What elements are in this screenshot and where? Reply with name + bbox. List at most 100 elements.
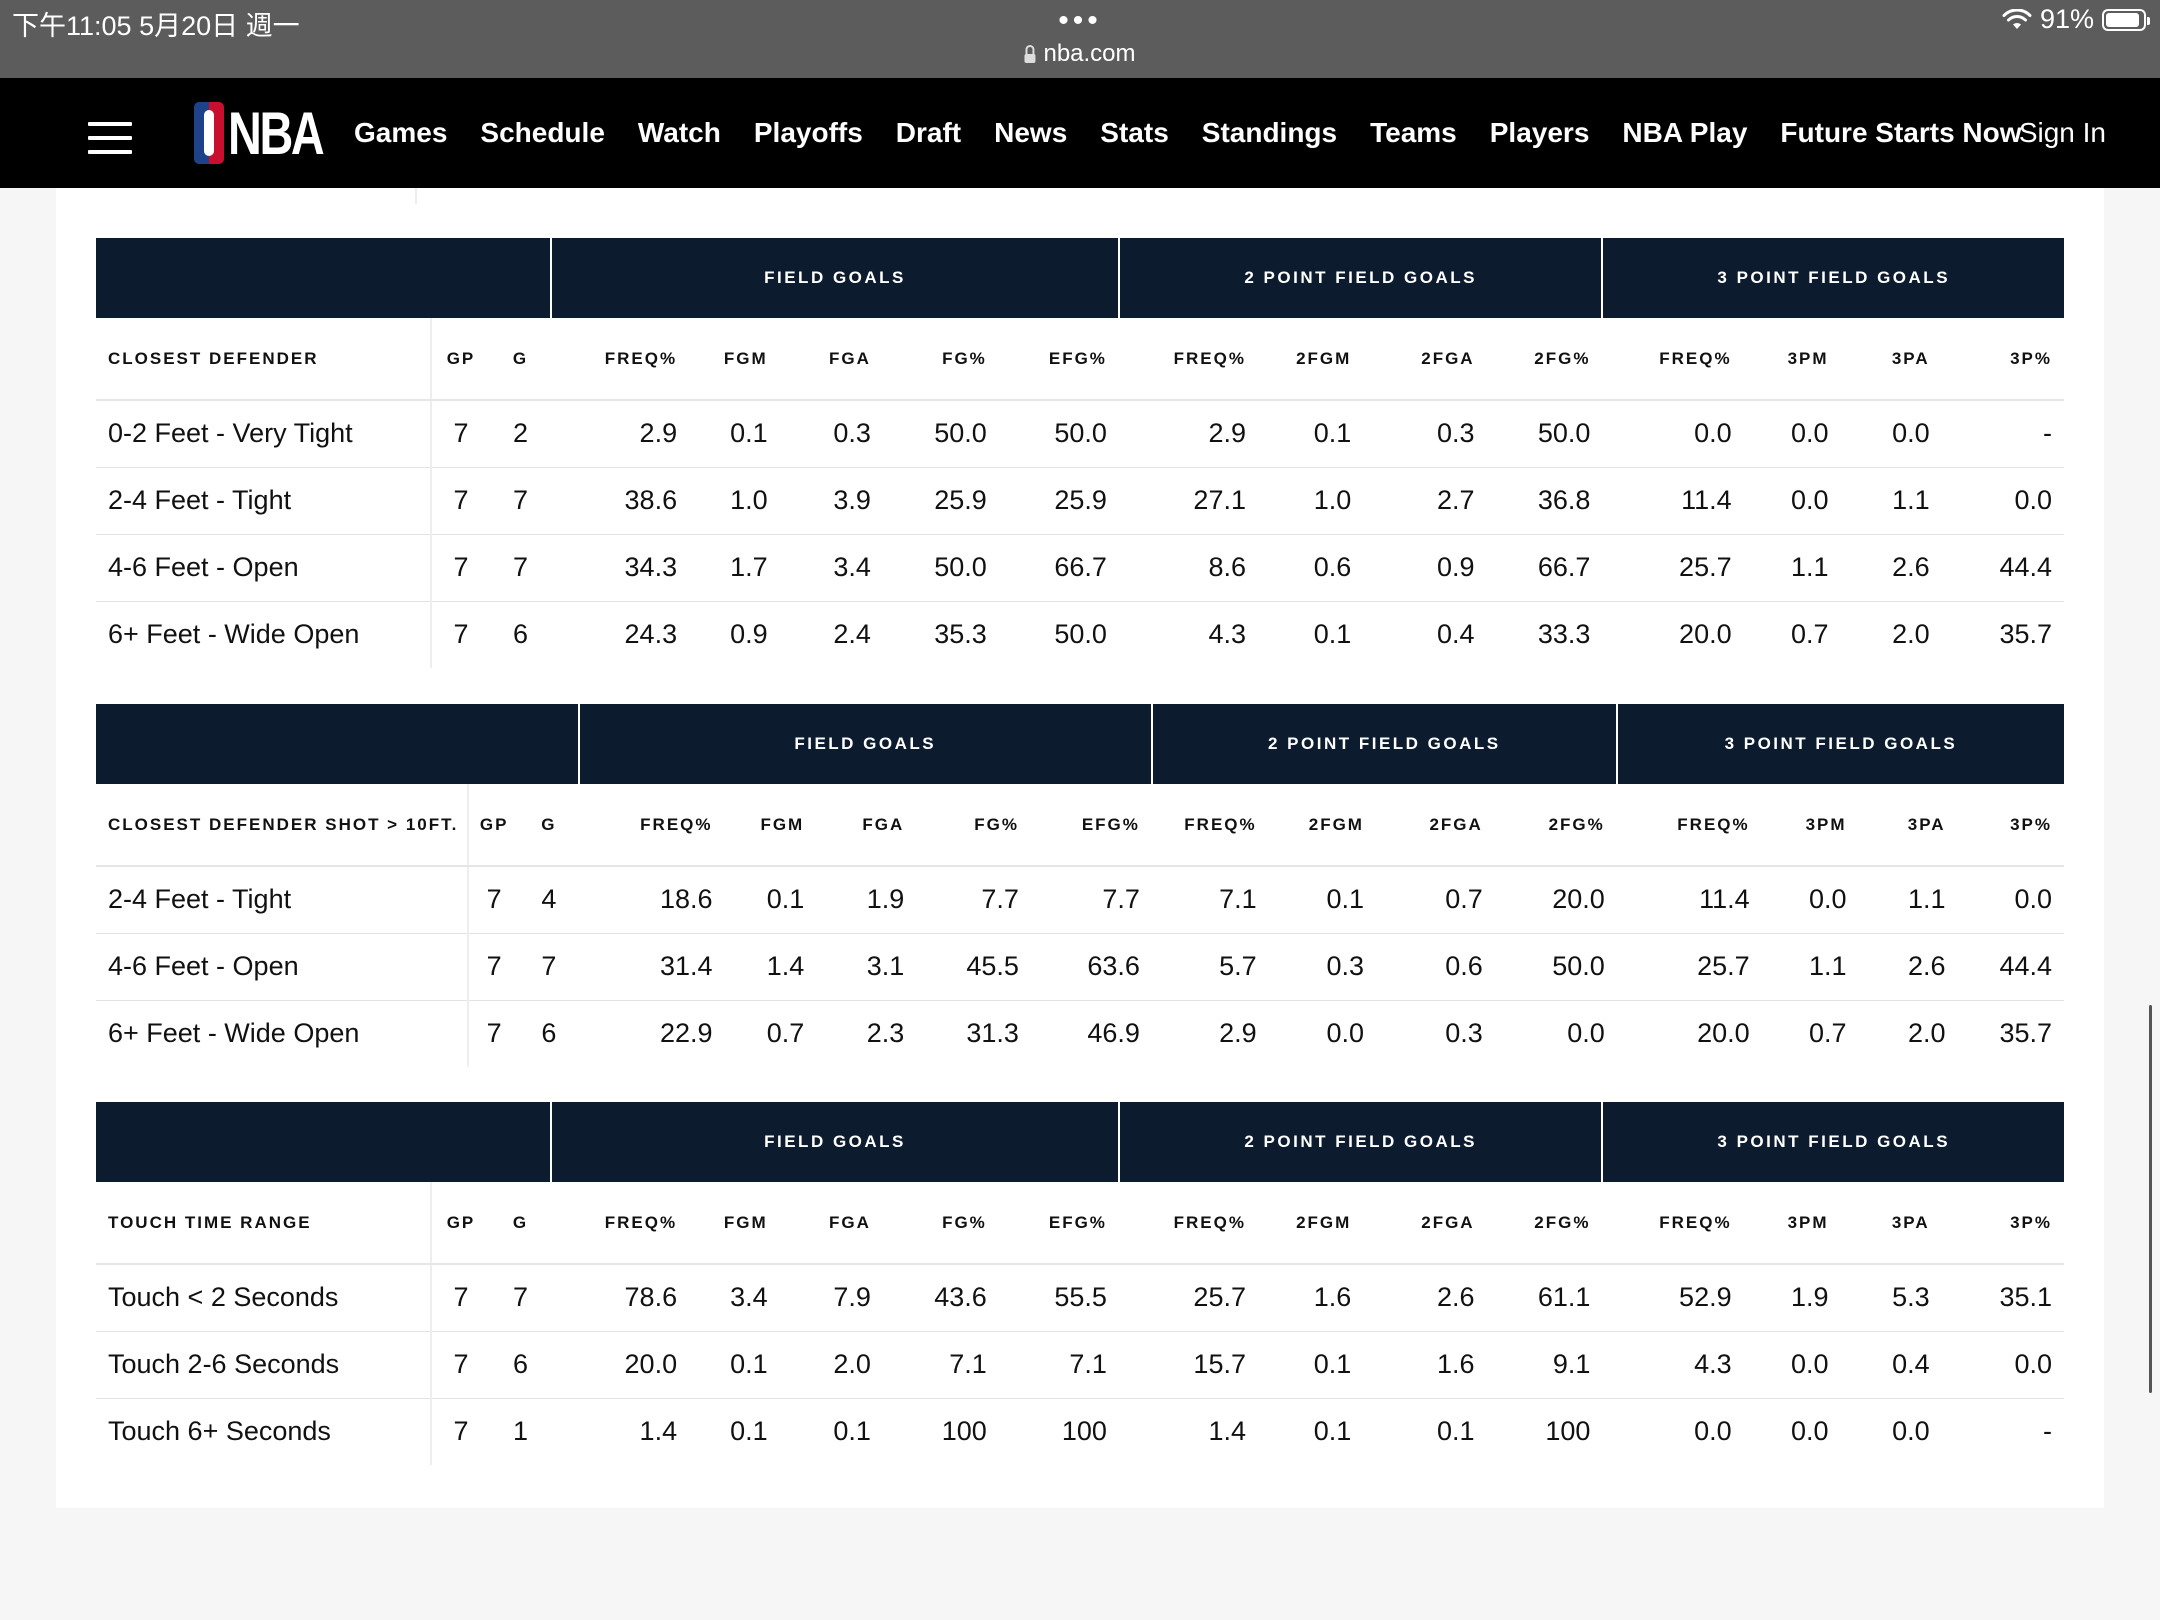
closest-defender-10ft-table: FIELD GOALS 2 POINT FIELD GOALS 3 POINT FI… bbox=[96, 704, 2064, 1067]
wifi-icon bbox=[2002, 8, 2032, 29]
column-header-g[interactable]: G bbox=[519, 784, 579, 867]
column-header-2fgm[interactable]: 2FGM bbox=[1268, 784, 1376, 867]
column-header-3p-pct[interactable]: 3P% bbox=[1941, 1182, 2064, 1265]
column-header-gp[interactable]: GP bbox=[431, 1182, 490, 1265]
cell-fga: 2.0 bbox=[779, 1331, 883, 1399]
column-header-g[interactable]: G bbox=[489, 318, 552, 401]
nav-draft[interactable]: Draft bbox=[896, 117, 961, 149]
cell-fg-freq: 20.0 bbox=[551, 1331, 690, 1399]
cell-efg-pct: 55.5 bbox=[998, 1264, 1119, 1332]
column-header-label[interactable]: CLOSEST DEFENDER bbox=[96, 318, 432, 401]
nav-watch[interactable]: Watch bbox=[638, 117, 721, 149]
scrollbar[interactable] bbox=[2149, 1005, 2152, 1393]
column-header-fgm[interactable]: FGM bbox=[724, 784, 817, 867]
column-header-fg-freq[interactable]: FREQ% bbox=[551, 318, 690, 401]
column-header-3pm[interactable]: 3PM bbox=[1743, 318, 1841, 401]
cell-fg-pct: 35.3 bbox=[934, 619, 987, 650]
sign-in-link[interactable]: Sign In bbox=[2019, 78, 2106, 188]
column-header-2p-freq[interactable]: FREQ% bbox=[1151, 784, 1269, 867]
cell-label: Touch 6+ Seconds bbox=[96, 1398, 432, 1465]
cell-fga: 3.4 bbox=[779, 534, 883, 602]
column-header-fg-freq[interactable]: FREQ% bbox=[551, 1182, 690, 1265]
cell-label: 2-4 Feet - Tight bbox=[96, 866, 470, 934]
nav-standings[interactable]: Standings bbox=[1202, 117, 1337, 149]
column-header-2fg-pct[interactable]: 2FG% bbox=[1494, 784, 1617, 867]
column-header-3pa[interactable]: 3PA bbox=[1840, 318, 1942, 401]
column-header-2fga[interactable]: 2FGA bbox=[1363, 318, 1487, 401]
column-header-fgm[interactable]: FGM bbox=[689, 318, 780, 401]
menu-icon[interactable] bbox=[88, 122, 132, 154]
column-header-3p-pct[interactable]: 3P% bbox=[1941, 318, 2064, 401]
cell-efg-pct: 50.0 bbox=[1054, 619, 1107, 650]
nba-logo[interactable]: NBA bbox=[194, 100, 349, 167]
column-header-fg-freq[interactable]: FREQ% bbox=[578, 784, 725, 867]
column-header-gp[interactable]: GP bbox=[431, 318, 490, 401]
column-header-3p-freq[interactable]: FREQ% bbox=[1616, 784, 1762, 867]
column-header-efg-pct[interactable]: EFG% bbox=[998, 1182, 1119, 1265]
column-header-2p-freq[interactable]: FREQ% bbox=[1118, 318, 1258, 401]
column-header-fga[interactable]: FGA bbox=[816, 784, 917, 867]
cell-3p-freq: 20.0 bbox=[1679, 619, 1732, 650]
nav-future-starts-now[interactable]: Future Starts Now bbox=[1780, 117, 2021, 149]
column-header-fga[interactable]: FGA bbox=[779, 1182, 883, 1265]
column-header-2fg-pct[interactable]: 2FG% bbox=[1486, 318, 1603, 401]
column-header-3p-pct[interactable]: 3P% bbox=[1957, 784, 2064, 867]
cell-fgm: 0.1 bbox=[724, 866, 817, 934]
cell-2p-freq: 1.4 bbox=[1208, 1416, 1246, 1447]
cell-efg-pct: 100 bbox=[1061, 1416, 1107, 1447]
column-header-gp[interactable]: GP bbox=[468, 784, 520, 867]
column-header-fg-pct[interactable]: FG% bbox=[882, 1182, 999, 1265]
cell-fg-freq: 24.3 bbox=[624, 619, 678, 650]
column-header-2fga[interactable]: 2FGA bbox=[1363, 1182, 1487, 1265]
nav-playoffs[interactable]: Playoffs bbox=[754, 117, 863, 149]
column-header-2fga[interactable]: 2FGA bbox=[1375, 784, 1495, 867]
column-header-3p-freq[interactable]: FREQ% bbox=[1602, 1182, 1744, 1265]
table-row: 2-4 Feet - Tight 7 7 38.6 1.0 3.9 25.9 25.9 27.1… bbox=[96, 467, 2064, 535]
column-header-label[interactable]: CLOSEST DEFENDER SHOT > 10FT. bbox=[96, 784, 470, 867]
group-blank bbox=[96, 1102, 552, 1182]
nav-news[interactable]: News bbox=[994, 117, 1067, 149]
cell-fgm: 1.0 bbox=[689, 467, 780, 535]
column-header-row: CLOSEST DEFENDER GP G FREQ% FGM FGA FG% EFG% FRE… bbox=[96, 318, 2064, 401]
column-header-label[interactable]: TOUCH TIME RANGE bbox=[96, 1182, 432, 1265]
column-header-2fg-pct[interactable]: 2FG% bbox=[1486, 1182, 1603, 1265]
column-header-efg-pct[interactable]: EFG% bbox=[998, 318, 1119, 401]
column-header-3p-freq[interactable]: FREQ% bbox=[1602, 318, 1744, 401]
column-header-2fgm[interactable]: 2FGM bbox=[1257, 318, 1364, 401]
nav-games[interactable]: Games bbox=[354, 117, 447, 149]
cell-2fg-pct: 100 bbox=[1545, 1416, 1591, 1447]
cell-3p-freq: 52.9 bbox=[1602, 1264, 1744, 1332]
column-header-3pm[interactable]: 3PM bbox=[1761, 784, 1859, 867]
column-header-3pm[interactable]: 3PM bbox=[1743, 1182, 1841, 1265]
nav-nba-play[interactable]: NBA Play bbox=[1622, 117, 1747, 149]
column-header-fga[interactable]: FGA bbox=[779, 318, 883, 401]
nav-schedule[interactable]: Schedule bbox=[480, 117, 604, 149]
cell-2p-freq: 2.9 bbox=[1118, 400, 1258, 468]
column-header-2fgm[interactable]: 2FGM bbox=[1257, 1182, 1364, 1265]
nav-players[interactable]: Players bbox=[1490, 117, 1590, 149]
battery-fill bbox=[2106, 12, 2139, 27]
column-header-fg-pct[interactable]: FG% bbox=[916, 784, 1031, 867]
nav-stats[interactable]: Stats bbox=[1100, 117, 1168, 149]
cell-label: 4-6 Feet - Open bbox=[96, 534, 432, 602]
logo-text: NBA bbox=[228, 99, 325, 167]
battery-icon bbox=[2102, 8, 2150, 31]
cell-2fg-pct: 66.7 bbox=[1486, 534, 1603, 602]
column-header-efg-pct[interactable]: EFG% bbox=[1030, 784, 1152, 867]
multitask-dots[interactable]: ••• bbox=[1058, 4, 1102, 38]
cell-3p-freq: 20.0 bbox=[1697, 1018, 1750, 1049]
touch-time-table: FIELD GOALS 2 POINT FIELD GOALS 3 POINT FI… bbox=[96, 1102, 2064, 1465]
column-header-3pa[interactable]: 3PA bbox=[1858, 784, 1958, 867]
nav-teams[interactable]: Teams bbox=[1370, 117, 1457, 149]
address-bar[interactable]: nba.com bbox=[1024, 40, 1136, 68]
cell-3pm: 0.0 bbox=[1743, 467, 1841, 535]
column-header-fgm[interactable]: FGM bbox=[689, 1182, 780, 1265]
cell-2fg-pct: 61.1 bbox=[1486, 1264, 1603, 1332]
cell-2fgm: 0.0 bbox=[1326, 1018, 1364, 1049]
column-header-2p-freq[interactable]: FREQ% bbox=[1118, 1182, 1258, 1265]
column-header-fg-pct[interactable]: FG% bbox=[882, 318, 999, 401]
cell-fgm: 0.7 bbox=[766, 1018, 805, 1049]
column-header-3pa[interactable]: 3PA bbox=[1840, 1182, 1942, 1265]
column-header-g[interactable]: G bbox=[489, 1182, 552, 1265]
cell-3pa: 1.1 bbox=[1840, 467, 1942, 535]
